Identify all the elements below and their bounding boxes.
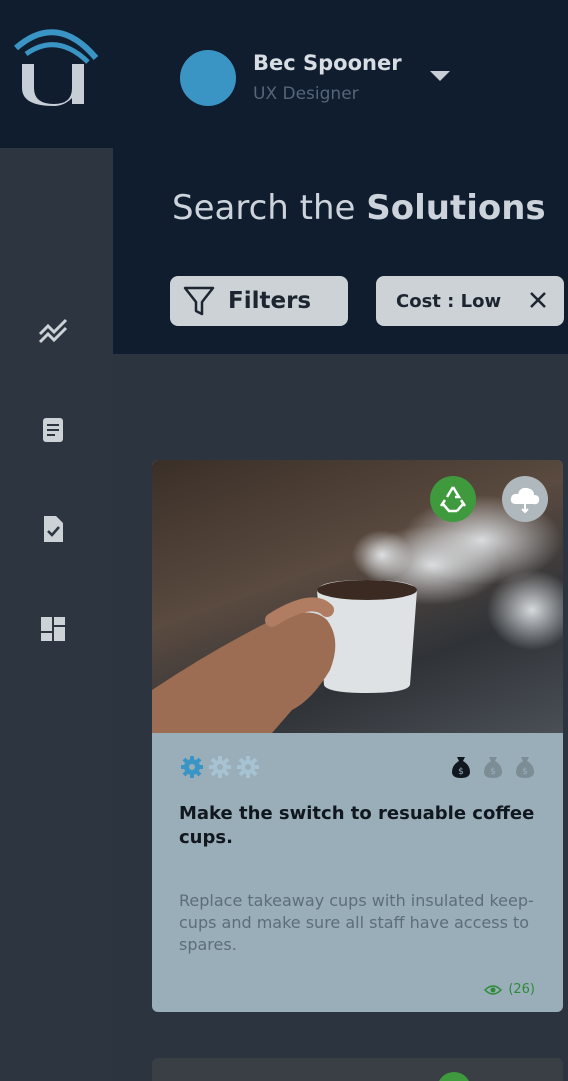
file-check-icon[interactable]	[38, 514, 68, 544]
page-title-prefix: Search the	[172, 188, 367, 228]
money-bag-icon: $	[516, 757, 534, 778]
filter-chip-label: Cost : Low	[396, 290, 502, 312]
cost-rating: $ $ $	[451, 755, 535, 779]
recycle-icon	[437, 1072, 471, 1081]
effort-rating	[180, 755, 260, 779]
co2-cloud-icon	[502, 476, 548, 522]
svg-text:$: $	[522, 767, 528, 777]
gear-icon	[209, 756, 231, 778]
user-role: UX Designer	[253, 84, 359, 104]
gear-icon	[237, 756, 259, 778]
dashboard-icon[interactable]	[38, 614, 68, 644]
card-photo	[152, 460, 563, 733]
recycle-icon	[430, 476, 476, 522]
view-count: (26)	[484, 982, 535, 997]
money-bag-icon: $	[452, 757, 470, 778]
page-title-bold: Solutions	[366, 188, 546, 228]
close-icon[interactable]	[526, 288, 550, 312]
card-title[interactable]: Make the switch to resuable coffee cups.	[179, 802, 539, 850]
document-icon[interactable]	[38, 415, 68, 445]
chevron-down-icon[interactable]	[430, 71, 450, 81]
eye-icon	[484, 984, 503, 995]
avatar[interactable]	[180, 50, 236, 106]
page-title: Search the Solutions	[172, 188, 546, 228]
solution-card-next[interactable]	[152, 1058, 563, 1081]
view-count-label: (26)	[508, 982, 535, 997]
gear-icon	[181, 756, 203, 778]
svg-text:$: $	[490, 767, 496, 777]
funnel-icon	[183, 286, 215, 316]
filters-button-label: Filters	[228, 288, 312, 314]
top-header: Bec Spooner UX Designer	[0, 0, 568, 148]
svg-text:$: $	[458, 767, 464, 777]
solution-card[interactable]: $ $ $ Make the switch to resuable coffee…	[152, 460, 563, 1012]
filter-chip-cost[interactable]: Cost : Low	[376, 276, 564, 326]
filters-button[interactable]: Filters	[170, 276, 348, 326]
app-logo-icon[interactable]	[12, 18, 102, 113]
trend-chart-icon[interactable]	[38, 316, 68, 346]
money-bag-icon: $	[484, 757, 502, 778]
card-description: Replace takeaway cups with insulated kee…	[179, 891, 534, 954]
search-panel: Search the Solutions Filters Cost : Low	[113, 148, 568, 354]
user-name: Bec Spooner	[253, 51, 402, 75]
sidebar	[0, 148, 113, 1081]
